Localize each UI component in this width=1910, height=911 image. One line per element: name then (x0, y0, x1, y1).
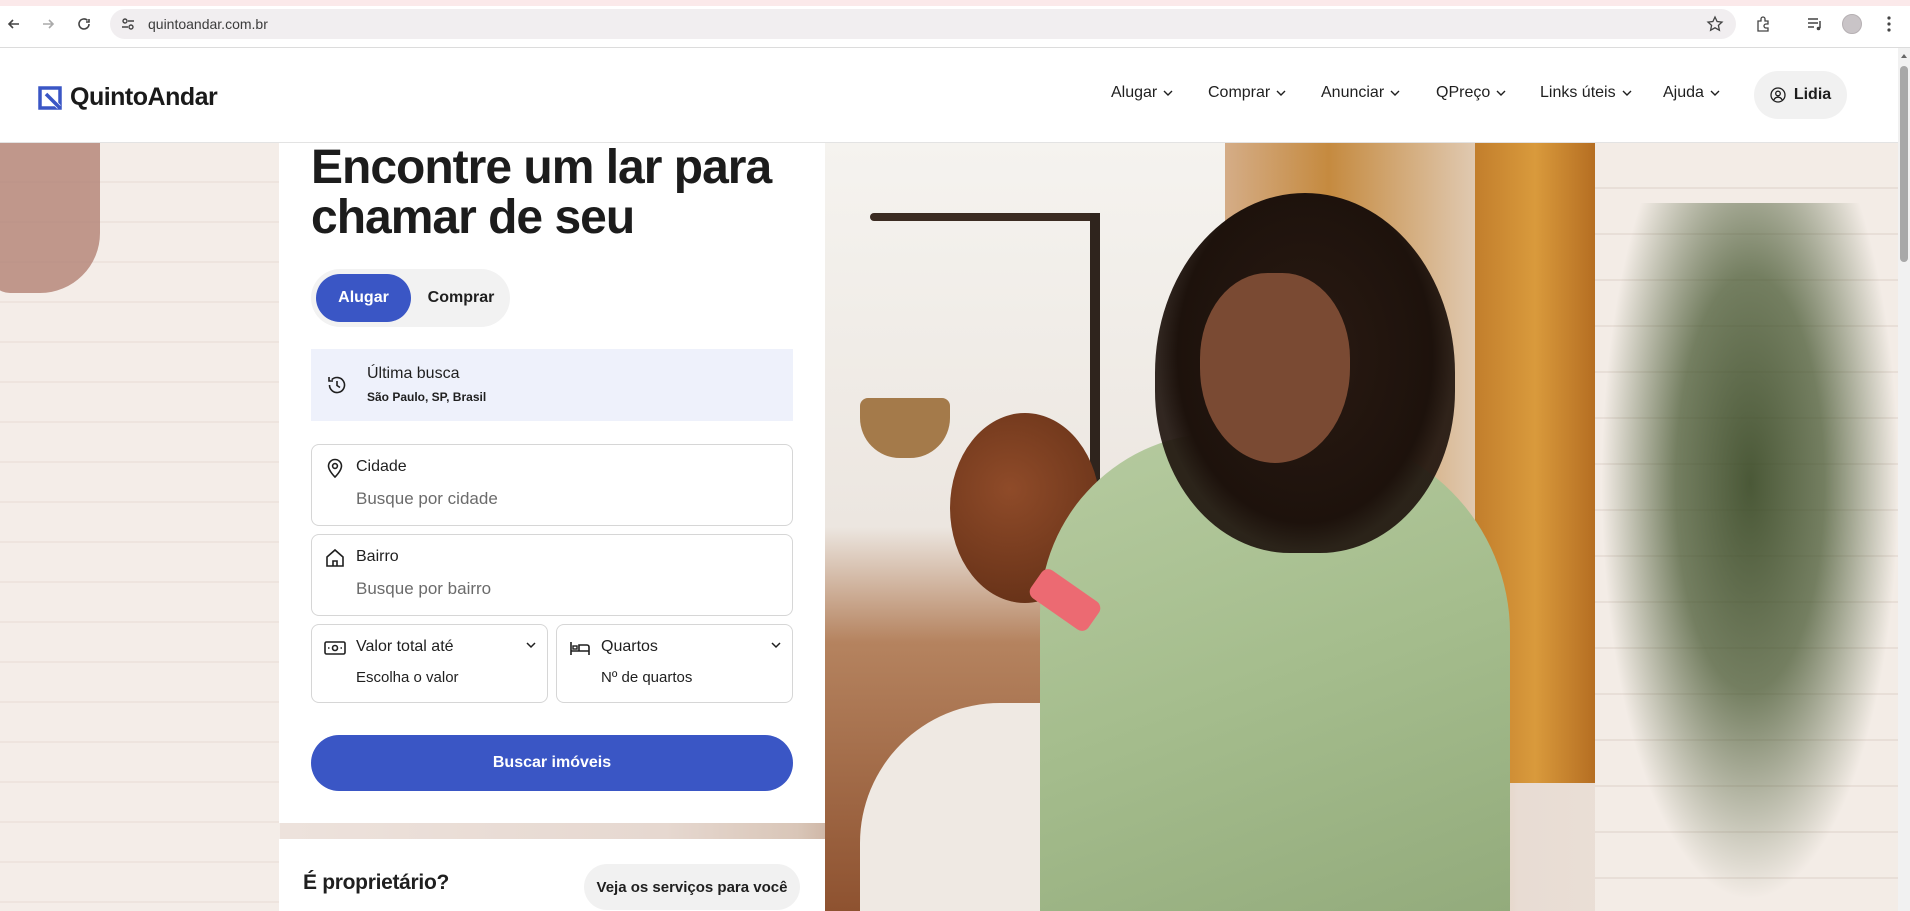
nav-label: Ajuda (1663, 84, 1704, 101)
forward-icon[interactable] (36, 12, 60, 36)
neighborhood-input[interactable] (356, 577, 776, 601)
scroll-up-icon[interactable] (1900, 52, 1908, 60)
neighborhood-label: Bairro (356, 548, 399, 565)
chevron-down-icon (1496, 90, 1506, 96)
nav-ajuda[interactable]: Ajuda (1663, 84, 1720, 102)
chevron-down-icon (1276, 90, 1286, 96)
rooms-label: Quartos (601, 638, 658, 655)
nav-alugar[interactable]: Alugar (1111, 84, 1173, 102)
history-icon (325, 373, 349, 397)
nav-label: Anunciar (1321, 84, 1385, 101)
rooms-value: Nº de quartos (601, 669, 693, 686)
last-search-item[interactable]: Última busca São Paulo, SP, Brasil (311, 349, 793, 421)
money-icon (324, 639, 346, 657)
profile-avatar-icon[interactable] (1842, 14, 1862, 34)
city-input[interactable] (356, 487, 776, 511)
hero-plant-pot (0, 143, 100, 293)
chevron-down-icon (1622, 90, 1632, 96)
nav-label: Comprar (1208, 84, 1271, 101)
neighborhood-field[interactable]: Bairro (311, 534, 793, 616)
rooms-select[interactable]: Quartos Nº de quartos (556, 624, 793, 703)
browser-toolbar: quintoandar.com.br (0, 0, 1910, 48)
chevron-down-icon (771, 642, 781, 649)
search-card: Encontre um lar para chamar de seu Aluga… (279, 143, 825, 823)
last-search-title: Última busca (367, 365, 460, 382)
user-menu-button[interactable]: Lidia (1754, 71, 1847, 119)
chevron-down-icon (526, 642, 536, 649)
owner-title: É proprietário? (303, 871, 450, 894)
nav-qpreco[interactable]: QPreço (1436, 84, 1506, 102)
bookmark-star-icon[interactable] (1706, 15, 1724, 33)
page-title: Encontre um lar para chamar de seu (311, 141, 772, 244)
url-text[interactable]: quintoandar.com.br (148, 16, 268, 32)
location-pin-icon (324, 457, 346, 479)
chevron-down-icon (1710, 90, 1720, 96)
nav-label: Links úteis (1540, 84, 1616, 101)
nav-links-uteis[interactable]: Links úteis (1540, 84, 1632, 102)
tab-comprar[interactable]: Comprar (416, 274, 506, 322)
chevron-down-icon (1390, 90, 1400, 96)
owner-services-button[interactable]: Veja os serviços para você (584, 864, 800, 910)
nav-label: Alugar (1111, 84, 1158, 101)
quintoandar-logo[interactable]: QuintoAndar (38, 83, 218, 112)
nav-comprar[interactable]: Comprar (1208, 84, 1286, 102)
page-scrollbar[interactable] (1898, 48, 1910, 911)
address-bar[interactable]: quintoandar.com.br (110, 9, 1736, 39)
house-icon (324, 547, 346, 569)
price-select[interactable]: Valor total até Escolha o valor (311, 624, 548, 703)
bed-icon (569, 639, 591, 657)
back-icon[interactable] (2, 12, 26, 36)
search-button[interactable]: Buscar imóveis (311, 735, 793, 791)
price-label: Valor total até (356, 638, 454, 655)
last-search-location: São Paulo, SP, Brasil (367, 390, 487, 404)
price-value: Escolha o valor (356, 669, 459, 686)
reload-icon[interactable] (72, 12, 96, 36)
media-controls-icon[interactable] (1804, 13, 1826, 35)
logo-mark-icon (38, 85, 62, 110)
nav-label: QPreço (1436, 84, 1491, 101)
tab-alugar[interactable]: Alugar (316, 274, 411, 322)
mode-toggle: Alugar Comprar (311, 269, 510, 327)
logo-text: QuintoAndar (70, 83, 218, 111)
hero-plant-right (1600, 203, 1898, 903)
city-field[interactable]: Cidade (311, 444, 793, 526)
user-name: Lidia (1793, 86, 1832, 103)
site-header: QuintoAndar Alugar Comprar Anunciar QPre… (0, 48, 1898, 143)
scroll-thumb[interactable] (1900, 66, 1908, 262)
owner-banner: É proprietário? Veja os serviços para vo… (279, 839, 825, 911)
city-label: Cidade (356, 458, 407, 475)
extensions-icon[interactable] (1752, 13, 1774, 35)
site-settings-icon[interactable] (120, 16, 136, 32)
hero-shelf (870, 213, 1100, 221)
nav-anunciar[interactable]: Anunciar (1321, 84, 1400, 102)
user-icon (1770, 87, 1786, 103)
chevron-down-icon (1163, 90, 1173, 96)
browser-menu-icon[interactable] (1878, 13, 1900, 35)
hero-person-face (1200, 273, 1350, 463)
